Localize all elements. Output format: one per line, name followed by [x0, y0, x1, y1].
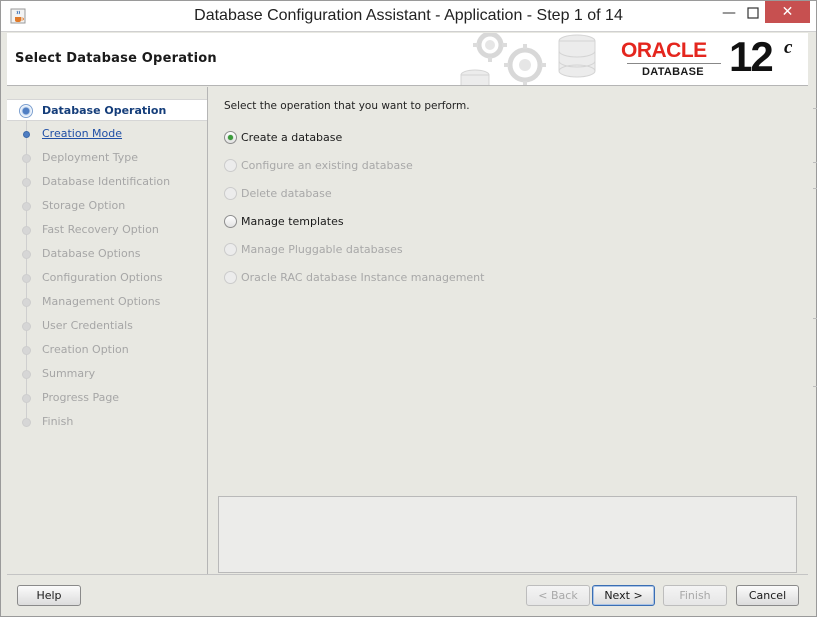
option-label: Configure an existing database: [241, 159, 413, 172]
nav-step-label: Management Options: [42, 295, 161, 308]
instruction-text: Select the operation that you want to pe…: [224, 100, 470, 112]
radio-icon[interactable]: [224, 215, 237, 228]
step-dot-icon: [23, 131, 30, 138]
edge-artifact: [813, 188, 817, 189]
step-dot-icon: [22, 178, 31, 187]
step-dot-icon: [22, 298, 31, 307]
nav-step-user-credentials: User Credentials: [7, 315, 207, 337]
option-label: Manage Pluggable databases: [241, 243, 403, 256]
nav-step-configuration-options: Configuration Options: [7, 267, 207, 289]
current-step-icon: [19, 104, 33, 118]
option-label: Delete database: [241, 187, 332, 200]
nav-step-database-options: Database Options: [7, 243, 207, 265]
option-label: Oracle RAC database Instance management: [241, 271, 485, 284]
radio-disabled-icon: [224, 243, 237, 256]
option-label[interactable]: Create a database: [241, 131, 342, 144]
step-dot-icon: [22, 274, 31, 283]
finish-button: Finish: [663, 585, 727, 606]
nav-step-label: Database Options: [42, 247, 141, 260]
nav-step-label: Configuration Options: [42, 271, 163, 284]
window-title: Database Configuration Assistant - Appli…: [194, 7, 623, 24]
step-dot-icon: [22, 322, 31, 331]
close-icon[interactable]: ✕: [765, 1, 810, 23]
step-dot-icon: [22, 154, 31, 163]
nav-step-label: Creation Mode: [42, 127, 123, 140]
nav-step-label: Finish: [42, 415, 74, 428]
nav-step-finish: Finish: [7, 411, 207, 433]
radio-disabled-icon: [224, 187, 237, 200]
radio-disabled-icon: [224, 159, 237, 172]
title-bar: Database Configuration Assistant - Appli…: [1, 1, 816, 32]
nav-step-label: User Credentials: [42, 319, 133, 332]
edge-artifact: [813, 108, 817, 109]
step-dot-icon: [22, 202, 31, 211]
edge-artifact: [813, 318, 817, 319]
nav-step-label: Database Identification: [42, 175, 171, 188]
nav-step-database-operation[interactable]: Database Operation: [7, 99, 207, 121]
edge-artifact: [813, 162, 817, 163]
nav-step-creation-option: Creation Option: [7, 339, 207, 361]
oracle-brand-text: ORACLE: [621, 39, 707, 62]
step-dot-icon: [22, 226, 31, 235]
main-content: Select the operation that you want to pe…: [209, 87, 808, 574]
edge-artifact: [813, 386, 817, 387]
nav-step-label: Database Operation: [42, 104, 167, 117]
nav-step-summary: Summary: [7, 363, 207, 385]
version-suffix: c: [784, 37, 793, 58]
header-band: Select Database Operation ORACLE DATABAS…: [7, 33, 808, 86]
step-dot-icon: [22, 250, 31, 259]
nav-step-management-options: Management Options: [7, 291, 207, 313]
step-dot-icon: [22, 346, 31, 355]
nav-step-progress-page: Progress Page: [7, 387, 207, 409]
version-number: 12: [729, 33, 774, 80]
option-label[interactable]: Manage templates: [241, 215, 344, 228]
radio-selected-icon[interactable]: [224, 131, 237, 144]
nav-step-fast-recovery-option: Fast Recovery Option: [7, 219, 207, 241]
step-dot-icon: [22, 394, 31, 403]
next-button[interactable]: Next >: [592, 585, 655, 606]
nav-step-label: Storage Option: [42, 199, 126, 212]
nav-step-database-identification: Database Identification: [7, 171, 207, 193]
step-dot-icon: [22, 418, 31, 427]
help-button[interactable]: Help: [17, 585, 81, 606]
dbca-window: Database Configuration Assistant - Appli…: [0, 0, 817, 617]
nav-step-deployment-type: Deployment Type: [7, 147, 207, 169]
step-navigation: Database Operation Creation Mode Deploym…: [7, 87, 208, 574]
oracle-product-text: DATABASE: [642, 66, 704, 78]
gears-database-graphic-icon: [460, 33, 596, 85]
page-title: Select Database Operation: [15, 51, 217, 66]
details-panel: [218, 496, 797, 573]
nav-step-label: Deployment Type: [42, 151, 139, 164]
nav-step-label: Summary: [42, 367, 96, 380]
nav-step-storage-option: Storage Option: [7, 195, 207, 217]
back-button: < Back: [526, 585, 590, 606]
nav-step-label: Creation Option: [42, 343, 129, 356]
nav-step-label: Fast Recovery Option: [42, 223, 159, 236]
button-bar: Help < Back Next > Finish Cancel: [7, 574, 808, 610]
radio-disabled-icon: [224, 271, 237, 284]
logo-divider: [627, 63, 721, 64]
oracle-logo: ORACLE DATABASE: [621, 39, 725, 79]
nav-step-creation-mode[interactable]: Creation Mode: [7, 123, 207, 145]
step-dot-icon: [22, 370, 31, 379]
cancel-button[interactable]: Cancel: [736, 585, 799, 606]
nav-step-label: Progress Page: [42, 391, 120, 404]
